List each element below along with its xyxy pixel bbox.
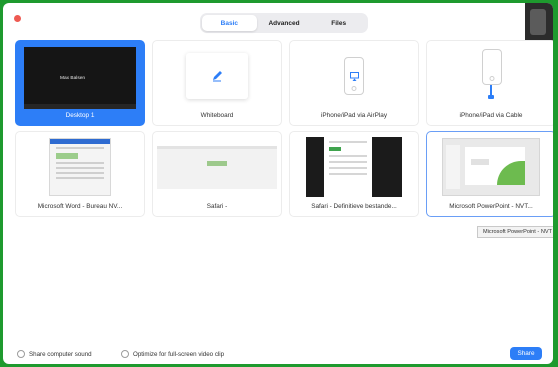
tile-desktop-1[interactable]: Max Balsen Desktop 1 xyxy=(15,40,145,126)
share-screen-window: Basic Advanced Files Max Balsen Desktop … xyxy=(3,3,553,364)
tile-label: Microsoft Word - Bureau NV... xyxy=(37,203,123,210)
airplay-icon xyxy=(349,71,359,81)
share-button[interactable]: Share xyxy=(510,347,542,360)
tile-cable[interactable]: iPhone/iPad via Cable xyxy=(426,40,553,126)
optimize-video-checkbox[interactable]: Optimize for full-screen video clip xyxy=(121,350,224,358)
tile-label: Whiteboard xyxy=(200,112,234,119)
safari-thumbnail xyxy=(306,137,402,197)
powerpoint-thumbnail xyxy=(442,138,540,196)
tile-whiteboard[interactable]: Whiteboard xyxy=(152,40,282,126)
tile-label: Desktop 1 xyxy=(65,112,95,119)
whiteboard-thumbnail xyxy=(186,53,248,99)
tooltip: Microsoft PowerPoint - NVT xyxy=(477,226,553,238)
video-preview-thumbnail xyxy=(525,3,553,45)
tile-safari-1[interactable]: Safari - xyxy=(152,131,282,217)
close-button[interactable] xyxy=(14,15,21,22)
tile-label: iPhone/iPad via Cable xyxy=(459,112,523,119)
iphone-icon xyxy=(344,57,364,95)
taskbar xyxy=(24,104,136,109)
safari-thumbnail xyxy=(157,145,277,189)
iphone-cable-icon xyxy=(482,49,502,103)
desktop-thumbnail-name: Max Balsen xyxy=(60,76,86,81)
iphone-icon xyxy=(482,49,502,85)
share-sound-checkbox[interactable]: Share computer sound xyxy=(17,350,92,358)
cable-plug-icon xyxy=(488,95,494,99)
checkbox-icon[interactable] xyxy=(121,350,129,358)
tile-powerpoint[interactable]: Microsoft PowerPoint - NVT... xyxy=(426,131,553,217)
tile-label: iPhone/iPad via AirPlay xyxy=(320,112,388,119)
tile-label: Microsoft PowerPoint - NVT... xyxy=(449,203,533,210)
tile-safari-2[interactable]: Safari - Definitieve bestande... xyxy=(289,131,419,217)
tile-label: Safari - Definitieve bestande... xyxy=(311,203,397,210)
tab-bar: Basic Advanced Files xyxy=(200,13,368,33)
tile-word[interactable]: Microsoft Word - Bureau NV... xyxy=(15,131,145,217)
tab-advanced[interactable]: Advanced xyxy=(257,15,312,31)
tile-label: Safari - xyxy=(206,203,228,210)
share-sound-label: Share computer sound xyxy=(29,350,92,358)
tile-airplay[interactable]: iPhone/iPad via AirPlay xyxy=(289,40,419,126)
bottom-bar: Share computer sound Optimize for full-s… xyxy=(3,346,553,362)
tab-basic[interactable]: Basic xyxy=(202,15,257,31)
desktop-thumbnail: Max Balsen xyxy=(24,47,136,109)
checkbox-icon[interactable] xyxy=(17,350,25,358)
tab-files[interactable]: Files xyxy=(311,15,366,31)
word-thumbnail xyxy=(49,138,111,196)
pencil-icon xyxy=(213,71,222,82)
optimize-video-label: Optimize for full-screen video clip xyxy=(133,350,225,358)
